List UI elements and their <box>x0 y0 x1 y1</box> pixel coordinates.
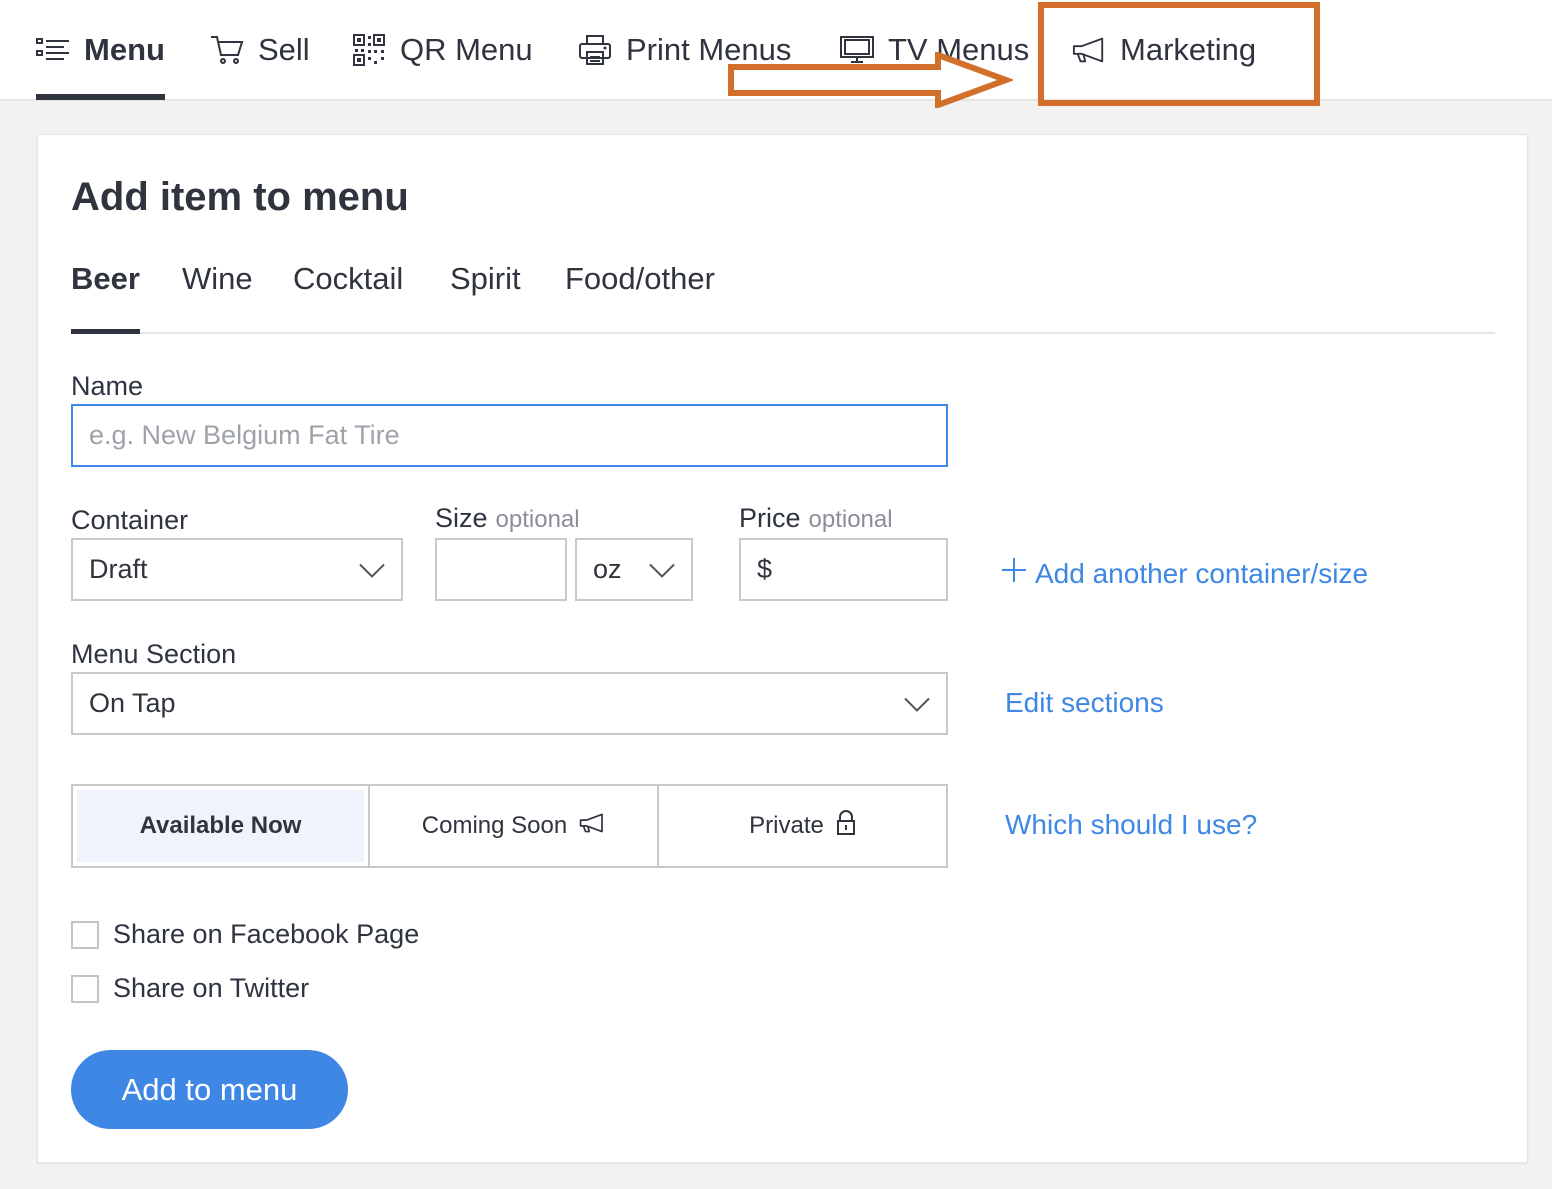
container-label: Container <box>71 505 189 535</box>
plus-icon <box>1001 557 1027 590</box>
which-should-i-use-link[interactable]: Which should I use? <box>1005 809 1257 841</box>
price-input[interactable]: $ <box>739 538 948 601</box>
nav-qr-menu-label: QR Menu <box>400 31 533 67</box>
availability-selector: Available Now Coming Soon Private <box>71 784 948 868</box>
nav-tv-menus[interactable]: TV Menus <box>840 0 1029 99</box>
top-navigation: Menu Sell QR Menu Print Menus TV Menus M… <box>0 0 1552 101</box>
tab-wine[interactable]: Wine <box>182 255 253 332</box>
size-input[interactable] <box>435 538 567 601</box>
size-optional-hint: optional <box>495 506 580 533</box>
add-container-link[interactable]: Add another container/size <box>1001 557 1368 590</box>
size-unit-select[interactable]: oz <box>575 538 693 601</box>
share-facebook-label: Share on Facebook Page <box>113 919 420 949</box>
share-twitter-row: Share on Twitter <box>71 973 309 1004</box>
available-now-option[interactable]: Available Now <box>77 790 364 862</box>
list-icon <box>36 33 70 67</box>
menu-section-value: On Tap <box>89 688 176 718</box>
share-twitter-label: Share on Twitter <box>113 973 310 1003</box>
tab-beer[interactable]: Beer <box>71 255 140 334</box>
nav-tv-menus-label: TV Menus <box>888 31 1030 67</box>
price-optional-hint: optional <box>808 506 893 533</box>
price-label: Price optional <box>739 503 893 534</box>
currency-symbol: $ <box>757 554 773 584</box>
nav-menu-label: Menu <box>84 31 165 67</box>
edit-sections-link[interactable]: Edit sections <box>1005 687 1164 719</box>
nav-sell-label: Sell <box>258 31 310 67</box>
coming-soon-option[interactable]: Coming Soon <box>370 786 659 866</box>
category-tabs: Beer Wine Cocktail Spirit Food/other <box>71 255 1495 334</box>
name-label: Name <box>71 371 144 401</box>
chevron-down-icon <box>359 554 385 585</box>
qr-code-icon <box>352 33 386 67</box>
chevron-down-icon <box>904 688 930 719</box>
share-facebook-row: Share on Facebook Page <box>71 919 419 950</box>
private-option[interactable]: Private <box>659 786 946 866</box>
add-container-link-label: Add another container/size <box>1035 557 1369 589</box>
chevron-down-icon <box>649 554 675 585</box>
add-to-menu-button[interactable]: Add to menu <box>71 1050 348 1129</box>
cart-icon <box>210 33 244 67</box>
share-facebook-checkbox[interactable] <box>71 920 99 949</box>
tab-food-other[interactable]: Food/other <box>565 255 715 332</box>
nav-print-menus[interactable]: Print Menus <box>578 0 791 99</box>
menu-section-select[interactable]: On Tap <box>71 672 948 735</box>
tab-spirit[interactable]: Spirit <box>450 255 521 332</box>
name-input[interactable] <box>71 404 948 467</box>
available-now-label: Available Now <box>139 812 302 839</box>
menu-section-label: Menu Section <box>71 639 237 669</box>
nav-qr-menu[interactable]: QR Menu <box>352 0 533 99</box>
container-select[interactable]: Draft <box>71 538 403 601</box>
lock-icon <box>836 809 856 843</box>
nav-marketing[interactable]: Marketing <box>1072 0 1256 99</box>
page-title: Add item to menu <box>71 175 409 219</box>
share-twitter-checkbox[interactable] <box>71 974 99 1003</box>
nav-marketing-label: Marketing <box>1120 31 1257 67</box>
nav-print-menus-label: Print Menus <box>626 31 792 67</box>
size-unit-value: oz <box>593 554 622 584</box>
container-value: Draft <box>89 554 148 584</box>
nav-sell[interactable]: Sell <box>210 0 310 99</box>
size-label-text: Size <box>435 503 488 533</box>
printer-icon <box>578 33 612 67</box>
monitor-icon <box>840 33 874 67</box>
coming-soon-label: Coming Soon <box>421 812 568 839</box>
megaphone-icon <box>1072 33 1106 67</box>
price-label-text: Price <box>739 503 801 533</box>
nav-menu[interactable]: Menu <box>36 0 165 100</box>
tab-cocktail[interactable]: Cocktail <box>293 255 403 332</box>
megaphone-icon <box>579 812 605 840</box>
size-label: Size optional <box>435 503 580 534</box>
add-item-card: Add item to menu Beer Wine Cocktail Spir… <box>37 134 1528 1163</box>
private-label: Private <box>749 812 824 839</box>
